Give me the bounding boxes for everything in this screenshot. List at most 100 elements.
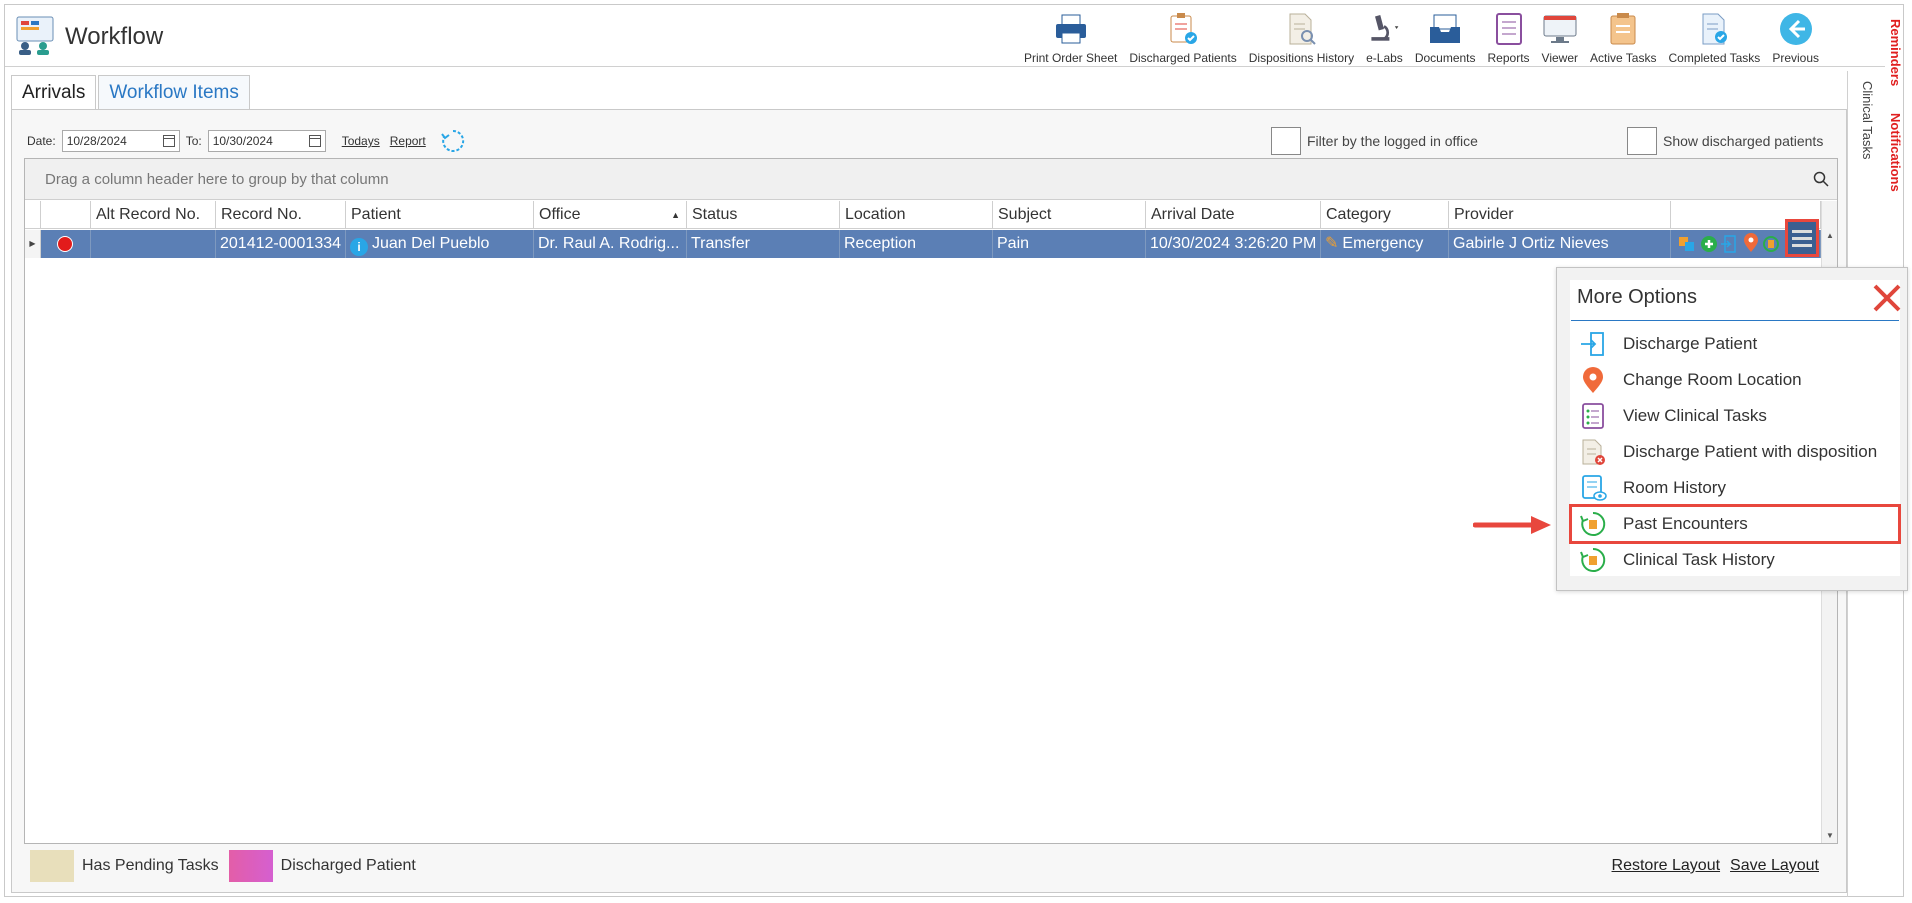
column-header-record[interactable]: Record No. bbox=[216, 201, 346, 229]
arrival-date-cell: 10/30/2024 3:26:20 PM bbox=[1146, 230, 1321, 258]
show-discharged-label: Show discharged patients bbox=[1663, 133, 1824, 149]
legend: Has Pending Tasks Discharged Patient bbox=[30, 850, 416, 882]
close-icon[interactable] bbox=[1871, 282, 1903, 314]
transfer-icon[interactable] bbox=[1679, 237, 1694, 251]
clinical-tasks-tab[interactable]: Clinical Tasks bbox=[1860, 81, 1875, 160]
restore-layout-link[interactable]: Restore Layout bbox=[1612, 857, 1721, 875]
menu-item-change-room-location[interactable]: Change Room Location bbox=[1571, 362, 1899, 398]
column-header-office[interactable]: Office ▲ bbox=[534, 201, 687, 229]
column-header-patient[interactable]: Patient bbox=[346, 201, 534, 229]
menu-item-label: Room History bbox=[1623, 478, 1726, 497]
menu-item-clinical-task-history[interactable]: Clinical Task History bbox=[1571, 542, 1899, 578]
office-cell: Dr. Raul A. Rodrig... bbox=[534, 230, 687, 258]
table-row[interactable]: ▶ 201412-0001334 i Juan Del Pueblo Dr. Ra… bbox=[25, 230, 1837, 258]
print-order-sheet-button[interactable]: Print Order Sheet bbox=[1018, 7, 1123, 65]
menu-item-view-clinical-tasks[interactable]: View Clinical Tasks bbox=[1571, 398, 1899, 434]
show-discharged-checkbox[interactable] bbox=[1627, 127, 1657, 155]
column-header-alt-record[interactable]: Alt Record No. bbox=[91, 201, 216, 229]
clipboard-check-icon bbox=[1165, 11, 1201, 47]
filter-office-label: Filter by the logged in office bbox=[1307, 133, 1478, 149]
subject-cell: Pain bbox=[993, 230, 1146, 258]
viewer-button[interactable]: Viewer bbox=[1536, 7, 1584, 65]
toolbar: Print Order Sheet Discharged Patients Di… bbox=[1018, 7, 1825, 65]
menu-item-discharge-with-disposition[interactable]: Discharge Patient with disposition bbox=[1571, 434, 1899, 470]
scroll-down-icon[interactable]: ▼ bbox=[1822, 829, 1838, 843]
search-icon[interactable] bbox=[1813, 171, 1829, 187]
red-status-dot-icon bbox=[57, 236, 73, 252]
e-labs-button[interactable]: e-Labs bbox=[1360, 7, 1409, 65]
row-indicator-icon: ▶ bbox=[25, 230, 41, 258]
column-header-provider[interactable]: Provider bbox=[1449, 201, 1671, 229]
indicator-header bbox=[25, 201, 41, 229]
completed-tasks-button[interactable]: Completed Tasks bbox=[1662, 7, 1766, 65]
todays-link[interactable]: Todays bbox=[342, 134, 380, 148]
completed-tasks-icon bbox=[1696, 11, 1732, 47]
workflow-app-icon bbox=[16, 16, 54, 55]
patient-name: Juan Del Pueblo bbox=[372, 235, 490, 252]
status-dot-header[interactable] bbox=[41, 201, 91, 229]
filter-office-row: Filter by the logged in office bbox=[1271, 127, 1478, 155]
calendar-icon[interactable] bbox=[162, 135, 175, 147]
previous-button[interactable]: Previous bbox=[1766, 7, 1825, 65]
notifications-tab[interactable]: Notifications bbox=[1888, 113, 1903, 192]
e-labs-label: e-Labs bbox=[1366, 51, 1403, 65]
print-order-sheet-label: Print Order Sheet bbox=[1023, 51, 1118, 65]
room-history-icon bbox=[1582, 475, 1607, 501]
column-header-location[interactable]: Location bbox=[840, 201, 993, 229]
menu-item-label: Discharge Patient with disposition bbox=[1623, 442, 1878, 461]
pending-tasks-swatch bbox=[30, 850, 74, 882]
column-header-arrival-date[interactable]: Arrival Date bbox=[1146, 201, 1321, 229]
save-layout-link[interactable]: Save Layout bbox=[1730, 857, 1819, 875]
location-cell: Reception bbox=[840, 230, 993, 258]
discharge-icon bbox=[1581, 332, 1604, 356]
more-options-button[interactable] bbox=[1785, 219, 1819, 257]
more-options-popup: More Options Discharge Patient Change Ro… bbox=[1556, 267, 1908, 591]
category-cell: ✎ Emergency bbox=[1321, 230, 1449, 258]
add-task-icon[interactable] bbox=[1701, 236, 1717, 252]
hamburger-line bbox=[1792, 243, 1812, 247]
report-link[interactable]: Report bbox=[390, 134, 426, 148]
location-pin-icon[interactable] bbox=[1744, 233, 1758, 252]
hamburger-line bbox=[1792, 236, 1812, 240]
discharge-icon[interactable] bbox=[1721, 235, 1736, 253]
filter-office-checkbox[interactable] bbox=[1271, 127, 1301, 155]
location-pin-icon bbox=[1583, 367, 1603, 393]
menu-item-label: Change Room Location bbox=[1623, 370, 1802, 389]
date-to-value: 10/30/2024 bbox=[212, 134, 273, 148]
column-header-status[interactable]: Status bbox=[687, 201, 840, 229]
discharged-patients-label: Discharged Patients bbox=[1129, 51, 1237, 65]
date-to-field[interactable]: 10/30/2024 bbox=[207, 130, 326, 152]
column-header-subject[interactable]: Subject bbox=[993, 201, 1146, 229]
group-by-panel[interactable]: Drag a column header here to group by th… bbox=[25, 159, 1837, 200]
menu-item-room-history[interactable]: Room History bbox=[1571, 470, 1899, 506]
history-icon bbox=[1580, 547, 1606, 572]
date-from-field[interactable]: 10/28/2024 bbox=[61, 130, 180, 152]
documents-button[interactable]: Documents bbox=[1409, 7, 1482, 65]
active-tasks-icon bbox=[1605, 11, 1641, 47]
menu-item-discharge-patient[interactable]: Discharge Patient bbox=[1571, 326, 1899, 362]
date-filter-bar: Date: 10/28/2024 To: 10/30/2024 Todays R… bbox=[27, 129, 466, 153]
discharged-swatch bbox=[228, 850, 273, 882]
discharged-patients-button[interactable]: Discharged Patients bbox=[1123, 7, 1242, 65]
previous-label: Previous bbox=[1772, 51, 1819, 65]
popup-divider bbox=[1571, 320, 1899, 321]
menu-item-past-encounters[interactable]: Past Encounters bbox=[1569, 504, 1901, 544]
reminders-tab[interactable]: Reminders bbox=[1888, 19, 1903, 86]
calendar-icon[interactable] bbox=[308, 135, 321, 147]
document-x-icon bbox=[1582, 439, 1605, 465]
record-cell: 201412-0001334 bbox=[216, 230, 346, 258]
history-icon[interactable] bbox=[1763, 236, 1779, 252]
active-tasks-label: Active Tasks bbox=[1590, 51, 1657, 65]
tab-workflow-items[interactable]: Workflow Items bbox=[98, 75, 250, 109]
active-tasks-button[interactable]: Active Tasks bbox=[1584, 7, 1662, 65]
tab-arrivals[interactable]: Arrivals bbox=[11, 75, 97, 109]
column-header-category[interactable]: Category bbox=[1321, 201, 1449, 229]
group-hint: Drag a column header here to group by th… bbox=[45, 171, 389, 188]
scroll-up-icon[interactable]: ▲ bbox=[1822, 229, 1838, 243]
refresh-icon[interactable] bbox=[440, 128, 466, 154]
history-icon bbox=[1580, 511, 1606, 536]
info-icon[interactable]: i bbox=[350, 238, 368, 256]
dispositions-history-button[interactable]: Dispositions History bbox=[1243, 7, 1360, 65]
reports-button[interactable]: Reports bbox=[1482, 7, 1536, 65]
menu-item-label: Clinical Task History bbox=[1623, 550, 1775, 569]
